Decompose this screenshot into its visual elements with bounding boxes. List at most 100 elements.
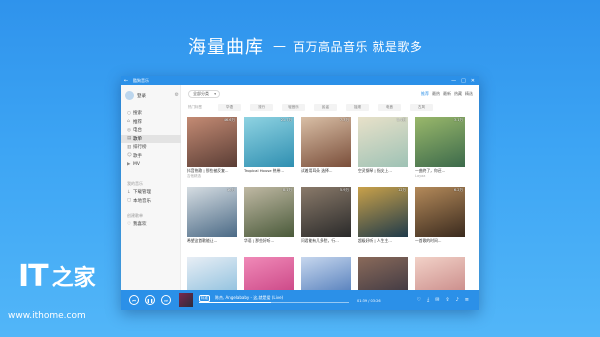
category-filter[interactable]: 全部分类 ▾: [188, 90, 220, 98]
now-playing-cover[interactable]: [179, 293, 193, 307]
tag-hot-label: 热门标签: [188, 105, 202, 109]
quality-badge[interactable]: 标准: [199, 295, 210, 302]
playlist-cover[interactable]: 5.9万: [301, 187, 351, 237]
progress-bar[interactable]: [199, 302, 349, 303]
user-area[interactable]: 登录 ⚙: [125, 91, 179, 100]
playlist-card[interactable]: 21.7万 Tropical House 热带...: [244, 117, 294, 174]
login-label[interactable]: 登录: [137, 93, 146, 99]
sidebar-item-mv[interactable]: ▶ MV: [121, 160, 181, 169]
created-heading: 创建歌单: [127, 213, 143, 218]
playlist-cover[interactable]: 5.4万: [358, 117, 408, 167]
sidebar-item-singers[interactable]: ☺ 歌手: [121, 152, 181, 161]
progress-fill: [199, 302, 271, 303]
sidebar-item-local[interactable]: ▢ 本地音乐: [121, 197, 181, 206]
download-icon[interactable]: ⤓: [427, 297, 429, 303]
nav-main: ○ 搜索 ⌂ 推荐 ◎ 电台 ▤ 歌单 ▥ 排行榜 ☺ 歌手 ▶ MV: [121, 109, 181, 169]
playlist-card[interactable]: 7.3万试着用耳朵 选择...: [301, 117, 351, 174]
playlist-cover[interactable]: 7.3万: [301, 117, 351, 167]
sidebar-item-radio[interactable]: ◎ 电台: [121, 126, 181, 135]
play-count: 7.3万: [339, 118, 349, 122]
sidebar-item-favorites[interactable]: ♡ 我喜欢: [121, 220, 181, 229]
tag-item[interactable]: 轻音乐: [282, 104, 305, 111]
tab-hot[interactable]: 最热: [432, 91, 440, 97]
playlist-cover[interactable]: 46.6万: [187, 117, 237, 167]
window-controls: — □ ✕: [451, 76, 475, 85]
playlist-title[interactable]: 一首歌的时间...: [415, 238, 465, 244]
playlist-card[interactable]: 8.1万华语 | 那些好听...: [244, 187, 294, 244]
playlist-card[interactable]: 12万超级好听 | 人生主...: [358, 187, 408, 244]
playlist-title[interactable]: Tropical House 热带...: [244, 168, 294, 174]
tag-item[interactable]: 民谣: [314, 104, 337, 111]
playlist-cover[interactable]: 16万: [187, 187, 237, 237]
playlist-card[interactable]: 6.2万一首歌的时间...: [415, 187, 465, 244]
playlist-cover[interactable]: 6.2万: [415, 187, 465, 237]
category-filter-label: 全部分类: [193, 91, 209, 96]
headline-dash: —: [273, 38, 286, 54]
tag-item[interactable]: 电音: [378, 104, 401, 111]
app-window: ← 酷狗音乐 — □ ✕ 登录 ⚙ ○ 搜索 ⌂ 推荐 ◎ 电台 ▤ 歌单 ▥ 排行榜 ☺…: [121, 76, 479, 310]
play-count: 5.9万: [339, 188, 349, 192]
tab-selected[interactable]: 精选: [465, 91, 473, 97]
playlist-card[interactable]: 16万希望这首歌能让...: [187, 187, 237, 244]
playlist-title[interactable]: 空灵钢琴 | 指尖上...: [358, 168, 408, 174]
playlist-cover[interactable]: 3.1万: [415, 117, 465, 167]
heart-icon[interactable]: ♡: [416, 297, 420, 303]
tag-item[interactable]: 古风: [410, 104, 433, 111]
play-count: 12万: [398, 188, 406, 192]
playlist-cover[interactable]: 8.1万: [244, 187, 294, 237]
chevron-down-icon: ▾: [214, 92, 216, 96]
sidebar-item-search[interactable]: ○ 搜索: [121, 109, 181, 118]
sidebar-item-playlist[interactable]: ▤ 歌单: [121, 134, 181, 143]
playlist-cover[interactable]: 21.7万: [244, 117, 294, 167]
playlist-card[interactable]: 5.9万问君能有几多愁，行...: [301, 187, 351, 244]
play-count: 46.6万: [223, 118, 235, 122]
playlist-title[interactable]: 希望这首歌能让...: [187, 238, 237, 244]
pause-button[interactable]: ❚❚: [145, 295, 155, 305]
maximize-icon[interactable]: □: [461, 78, 466, 84]
player-icons: ♡ ⤓ ✉ ⇪ ♪ ≡: [416, 297, 469, 303]
back-icon[interactable]: ←: [121, 78, 131, 84]
tab-recommend[interactable]: 推荐: [421, 91, 429, 97]
play-count: 6.2万: [453, 188, 463, 192]
playlist-title[interactable]: 问君能有几多愁，行...: [301, 238, 351, 244]
next-button[interactable]: ⏭: [161, 295, 171, 305]
sort-tabs: 推荐 最热 最新 热藏 精选: [418, 91, 473, 97]
sidebar-item-recommend[interactable]: ⌂ 推荐: [121, 118, 181, 127]
playlist-card[interactable]: 5.4万空灵钢琴 | 指尖上...: [358, 117, 408, 174]
close-icon[interactable]: ✕: [471, 78, 475, 84]
list-icon[interactable]: ≡: [465, 297, 469, 303]
share-icon[interactable]: ⇪: [445, 297, 449, 303]
play-count: 8.1万: [282, 188, 292, 192]
tab-collected[interactable]: 热藏: [454, 91, 462, 97]
promo-canvas: 海量曲库 — 百万高品音乐 就是歌多 ← 酷狗音乐 — □ ✕ 登录 ⚙ ○ 搜索…: [0, 0, 600, 337]
play-count: 5.4万: [396, 118, 406, 122]
title-bar: ← 酷狗音乐 — □ ✕: [121, 76, 479, 85]
avatar[interactable]: [125, 91, 134, 100]
play-count: 16万: [227, 188, 235, 192]
tab-new[interactable]: 最新: [443, 91, 451, 97]
headline-main: 海量曲库: [188, 37, 264, 58]
prev-button[interactable]: ⏮: [129, 295, 139, 305]
volume-icon[interactable]: ♪: [456, 297, 459, 303]
watermark-logo-it: IT: [18, 259, 49, 294]
sidebar-item-charts[interactable]: ▥ 排行榜: [121, 143, 181, 152]
playlist-title[interactable]: 试着用耳朵 选择...: [301, 168, 351, 174]
playlist-card[interactable]: 3.1万 一曲终了，你还... Layaa: [415, 117, 465, 178]
comment-icon[interactable]: ✉: [435, 297, 439, 303]
minimize-icon[interactable]: —: [451, 78, 456, 84]
playlist-cover[interactable]: 12万: [358, 187, 408, 237]
playlist-title[interactable]: 华语 | 那些好听...: [244, 238, 294, 244]
playlist-author: Layaa: [415, 174, 426, 178]
tag-item[interactable]: 摇滚: [346, 104, 369, 111]
nav-my-music: 我的音乐 ↓ 下载管理 ▢ 本地音乐: [121, 180, 181, 205]
playlist-card[interactable]: 46.6万 抖音热歌 | 那些被反复... 吉他精选: [187, 117, 237, 179]
tag-row: 热门标签 华语 流行 轻音乐 民谣 摇滚 电音 古风: [188, 104, 474, 112]
tag-item[interactable]: 华语: [218, 104, 241, 111]
tag-item[interactable]: 流行: [250, 104, 273, 111]
main-panel: 全部分类 ▾ 推荐 最热 最新 热藏 精选 热门标签 华语 流行 轻音乐 民谣 …: [181, 85, 479, 307]
gear-icon[interactable]: ⚙: [175, 92, 179, 98]
playlist-author: 吉他精选: [187, 174, 201, 178]
sidebar-item-downloads[interactable]: ↓ 下载管理: [121, 188, 181, 197]
playlist-title[interactable]: 超级好听 | 人生主...: [358, 238, 408, 244]
headline-sub: 百万高品音乐 就是歌多: [293, 39, 423, 54]
